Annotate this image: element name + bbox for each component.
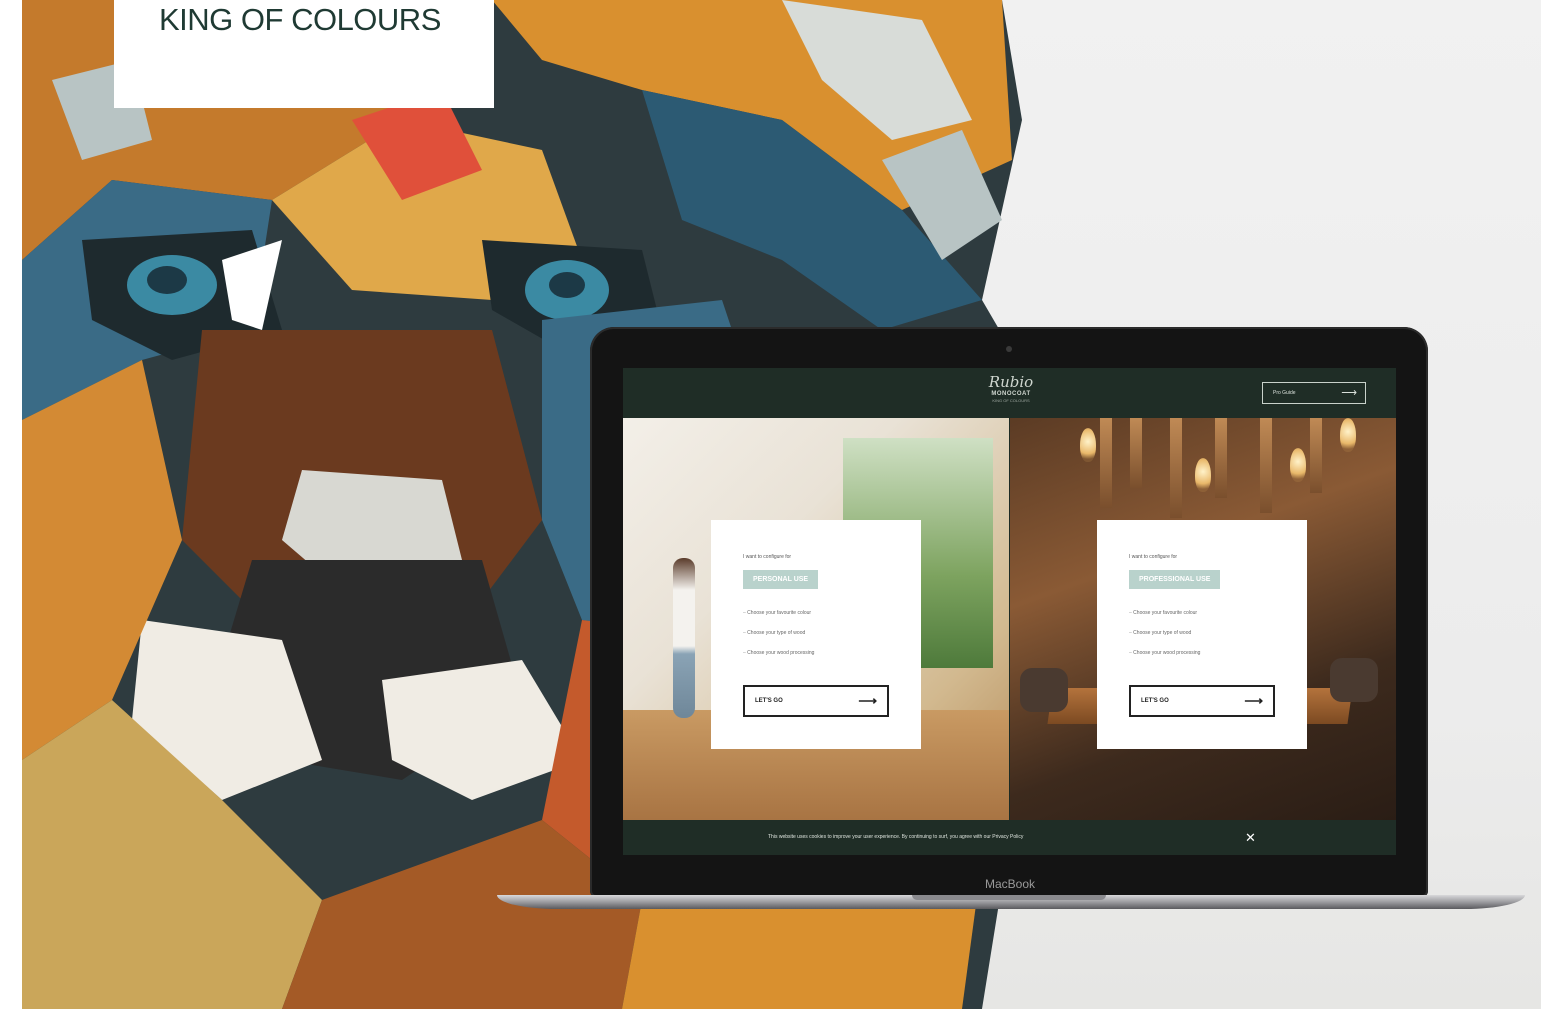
wood-slat-image: [1130, 418, 1142, 488]
camera-icon: [1006, 346, 1012, 352]
person-image: [673, 558, 695, 718]
wood-slat-image: [1170, 418, 1182, 518]
laptop-screen: Rubio MONOCOAT KING OF COLOURS Pro Guide…: [623, 368, 1396, 855]
list-item: Choose your favourite colour: [1129, 608, 1200, 628]
pro-guide-label: Pro Guide: [1273, 390, 1296, 396]
lets-go-label: LET'S GO: [755, 698, 783, 704]
card-steps-list: Choose your favourite colour Choose your…: [743, 608, 814, 668]
lamp-image: [1080, 428, 1096, 462]
lets-go-button-professional[interactable]: LET'S GO ⟶: [1129, 685, 1275, 717]
arrow-right-icon: ⟶: [1244, 693, 1263, 708]
lets-go-button-personal[interactable]: LET'S GO ⟶: [743, 685, 889, 717]
arrow-right-icon: ⟶: [1341, 387, 1357, 399]
lamp-image: [1195, 458, 1211, 492]
site-logo[interactable]: Rubio MONOCOAT KING OF COLOURS: [981, 374, 1041, 414]
cookie-text: This website uses cookies to improve you…: [768, 834, 1024, 840]
cookie-banner: This website uses cookies to improve you…: [623, 820, 1396, 855]
lets-go-label: LET'S GO: [1141, 698, 1169, 704]
logo-brand: MONOCOAT: [991, 391, 1031, 397]
lamp-image: [1290, 448, 1306, 482]
pro-guide-button[interactable]: Pro Guide ⟶: [1262, 382, 1366, 404]
close-icon[interactable]: ✕: [1245, 820, 1256, 855]
personal-use-pill: PERSONAL USE: [743, 570, 819, 589]
arrow-right-icon: ⟶: [858, 693, 877, 708]
card-intro-text: I want to configure for: [743, 554, 792, 560]
card-steps-list: Choose your favourite colour Choose your…: [1129, 608, 1200, 668]
card-intro-text: I want to configure for: [1129, 554, 1178, 560]
list-item: Choose your wood processing: [1129, 648, 1200, 668]
chair-image: [1020, 668, 1068, 712]
banner-title-card: KING OF COLOURS: [114, 0, 494, 108]
list-item: Choose your wood processing: [743, 648, 814, 668]
list-item: Choose your type of wood: [743, 628, 814, 648]
wood-slat-image: [1215, 418, 1227, 498]
personal-use-panel: I want to configure for PERSONAL USE Cho…: [623, 418, 1009, 820]
logo-script: Rubio: [988, 373, 1034, 391]
site-header: Rubio MONOCOAT KING OF COLOURS Pro Guide…: [623, 368, 1396, 418]
banner-title: KING OF COLOURS: [159, 2, 441, 37]
lamp-image: [1340, 418, 1356, 452]
logo-tagline: KING OF COLOURS: [992, 398, 1030, 403]
personal-use-card: I want to configure for PERSONAL USE Cho…: [711, 520, 921, 749]
professional-use-panel: I want to configure for PROFESSIONAL USE…: [1010, 418, 1396, 820]
professional-use-pill: PROFESSIONAL USE: [1129, 570, 1221, 589]
wood-slat-image: [1310, 418, 1322, 493]
professional-use-card: I want to configure for PROFESSIONAL USE…: [1097, 520, 1307, 749]
laptop-model-label: MacBook: [984, 877, 1036, 891]
list-item: Choose your type of wood: [1129, 628, 1200, 648]
laptop-notch: [912, 895, 1106, 900]
chair-image: [1330, 658, 1378, 702]
list-item: Choose your favourite colour: [743, 608, 814, 628]
wood-slat-image: [1260, 418, 1272, 513]
wood-slat-image: [1100, 418, 1112, 508]
